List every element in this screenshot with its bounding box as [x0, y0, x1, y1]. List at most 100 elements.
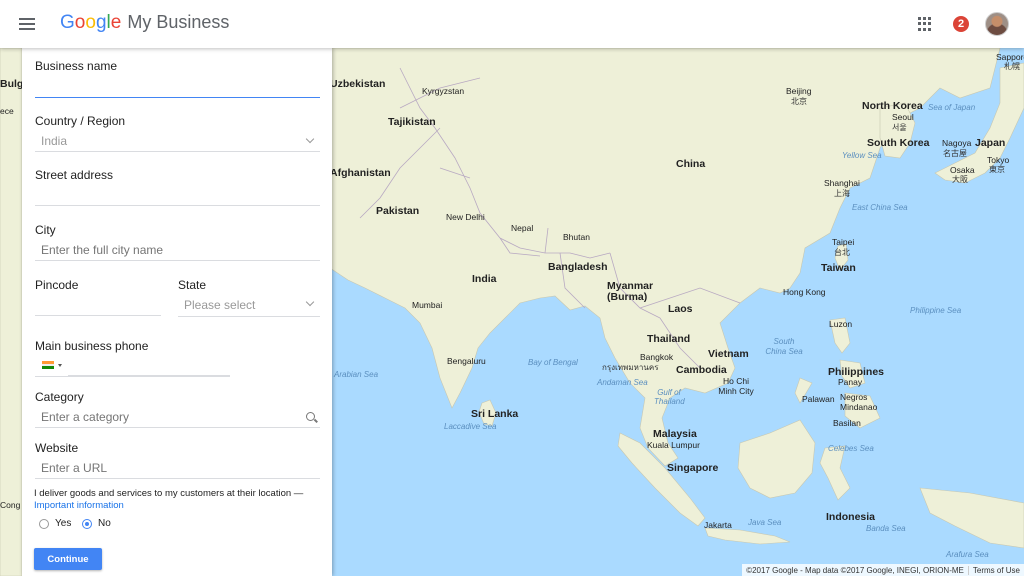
- map-label-laccadive-sea: Laccadive Sea: [444, 422, 497, 431]
- map-label-indonesia: Indonesia: [826, 511, 876, 523]
- map-label-basilan: Basilan: [833, 418, 861, 428]
- map-label-arafura-sea: Arafura Sea: [946, 550, 989, 559]
- map-label-china: China: [676, 158, 706, 170]
- phone-underline: [35, 376, 230, 377]
- city-label: City: [35, 223, 56, 237]
- map-label-beijing: Beijing: [786, 86, 812, 96]
- street-address-label: Street address: [35, 168, 114, 182]
- map-label-ho-chi-minh: Ho Chi Minh City: [718, 376, 754, 396]
- map-landmass-west: [0, 48, 23, 576]
- map-label-north-korea: North Korea: [862, 100, 923, 112]
- map-footer: ©2017 Google - Map data ©2017 Google, IN…: [742, 564, 1024, 576]
- map-label-nagoya: Nagoya: [942, 138, 972, 148]
- google-my-business-logo[interactable]: Google My Business: [60, 12, 229, 34]
- logo-letter: e: [110, 12, 122, 33]
- map-label-singapore: Singapore: [667, 462, 719, 474]
- map-label-bangladesh: Bangladesh: [548, 261, 608, 273]
- map-label-tajikistan: Tajikistan: [388, 116, 436, 128]
- map-label-palawan: Palawan: [802, 394, 835, 404]
- map-label-philippine-sea: Philippine Sea: [910, 306, 962, 315]
- map-label-kuala-lumpur: Kuala Lumpur: [647, 440, 700, 450]
- map-label-malaysia: Malaysia: [653, 428, 697, 440]
- map-label-mumbai: Mumbai: [412, 300, 443, 310]
- map-label-cambodia: Cambodia: [676, 364, 727, 376]
- country-underline: [35, 151, 320, 152]
- logo-letter: G: [60, 12, 75, 33]
- category-label: Category: [35, 390, 84, 404]
- deliver-yes-label[interactable]: Yes: [55, 518, 71, 529]
- map-label-yellow-sea: Yellow Sea: [842, 151, 882, 160]
- map-label-india: India: [472, 273, 497, 285]
- pincode-input[interactable]: [35, 294, 161, 316]
- state-chevron-down-icon[interactable]: [305, 297, 315, 307]
- map-label-bulg: Bulg: [0, 78, 24, 90]
- map-label-japan: Japan: [975, 137, 1006, 149]
- product-name: My Business: [127, 12, 230, 32]
- app-header: Google My Business 2: [0, 0, 1024, 48]
- map-label-sea-of-japan: Sea of Japan: [928, 103, 976, 112]
- country-select[interactable]: India: [35, 134, 67, 148]
- terms-of-use-link[interactable]: Terms of Use: [967, 565, 1024, 575]
- map-label-celebes-sea: Celebes Sea: [828, 444, 874, 453]
- main-menu-icon[interactable]: [14, 12, 40, 36]
- map-label-nepal: Nepal: [511, 223, 534, 233]
- map-label-arabian-sea: Arabian Sea: [334, 370, 379, 379]
- business-name-input[interactable]: [35, 76, 320, 98]
- map-label-beijing-cjk: 北京: [791, 97, 807, 106]
- map-label-seoul: Seoul: [892, 112, 914, 122]
- state-select[interactable]: Please select: [178, 298, 255, 312]
- map-label-bengaluru: Bengaluru: [447, 356, 486, 366]
- map-label-nagoya-cjk: 名古屋: [943, 149, 967, 158]
- street-address-input[interactable]: [35, 184, 320, 206]
- phone-input[interactable]: [68, 354, 230, 376]
- map-label-sapporo-cjk: 札幌: [1004, 62, 1020, 71]
- map-label-seoul-cjk: 서울: [892, 123, 907, 132]
- map-label-gulf-of-thailand: Gulf of Thailand: [654, 388, 685, 406]
- map-label-taipei: Taipei: [832, 237, 855, 247]
- logo-letter: g: [95, 12, 107, 33]
- map-label-bay-of-bengal: Bay of Bengal: [528, 358, 578, 367]
- category-input[interactable]: [35, 406, 320, 428]
- map-label-uzbekistan: Uzbekistan: [330, 78, 386, 90]
- deliver-question: I deliver goods and services to my custo…: [34, 488, 304, 499]
- deliver-no-radio[interactable]: [82, 519, 92, 529]
- map-label-mindanao: Mindanao: [840, 402, 878, 412]
- map-label-bangkok-thai: กรุงเทพมหานคร: [602, 363, 659, 372]
- map-label-taipei-cjk: 台北: [834, 248, 850, 257]
- map-label-new-delhi: New Delhi: [446, 212, 485, 222]
- deliver-no-label[interactable]: No: [98, 518, 111, 529]
- map-label-andaman-sea: Andaman Sea: [597, 378, 648, 387]
- map-label-myanmar: Myanmar (Burma): [607, 280, 654, 303]
- map-label-panay: Panay: [838, 377, 863, 387]
- logo-letter: o: [85, 12, 96, 33]
- map-attribution: ©2017 Google - Map data ©2017 Google, IN…: [746, 565, 964, 575]
- india-flag-icon[interactable]: [42, 361, 54, 369]
- map-label-hong-kong: Hong Kong: [783, 287, 826, 297]
- city-input[interactable]: [35, 239, 320, 261]
- map-label-osaka-cjk: 大阪: [952, 175, 968, 184]
- map-label-taiwan: Taiwan: [821, 262, 856, 274]
- map-label-tokyo-cjk: 東京: [989, 165, 1005, 174]
- country-chevron-down-icon[interactable]: [305, 134, 315, 144]
- map-label-luzon: Luzon: [829, 319, 853, 329]
- country-code-caret-icon[interactable]: [58, 364, 62, 367]
- deliver-yes-radio[interactable]: [39, 519, 49, 529]
- website-input[interactable]: [35, 457, 320, 479]
- notifications-badge[interactable]: 2: [953, 16, 969, 32]
- map-label-bhutan: Bhutan: [563, 232, 590, 242]
- business-form-panel: Business name Country / Region India Str…: [22, 48, 332, 576]
- important-information-link[interactable]: Important information: [34, 500, 124, 511]
- map-label-jakarta: Jakarta: [704, 520, 732, 530]
- country-label: Country / Region: [35, 114, 126, 128]
- map-label-south-china-sea: South China Sea: [765, 337, 803, 356]
- account-avatar[interactable]: [985, 12, 1009, 36]
- search-icon[interactable]: [306, 412, 315, 421]
- continue-button[interactable]: Continue: [34, 548, 102, 570]
- map-label-laos: Laos: [668, 303, 693, 315]
- map-label-cong: Cong: [0, 500, 21, 510]
- apps-grid-icon[interactable]: [918, 17, 932, 31]
- pincode-label: Pincode: [35, 278, 79, 292]
- state-underline: [178, 316, 320, 317]
- map-label-java-sea: Java Sea: [748, 518, 782, 527]
- state-label: State: [178, 278, 207, 292]
